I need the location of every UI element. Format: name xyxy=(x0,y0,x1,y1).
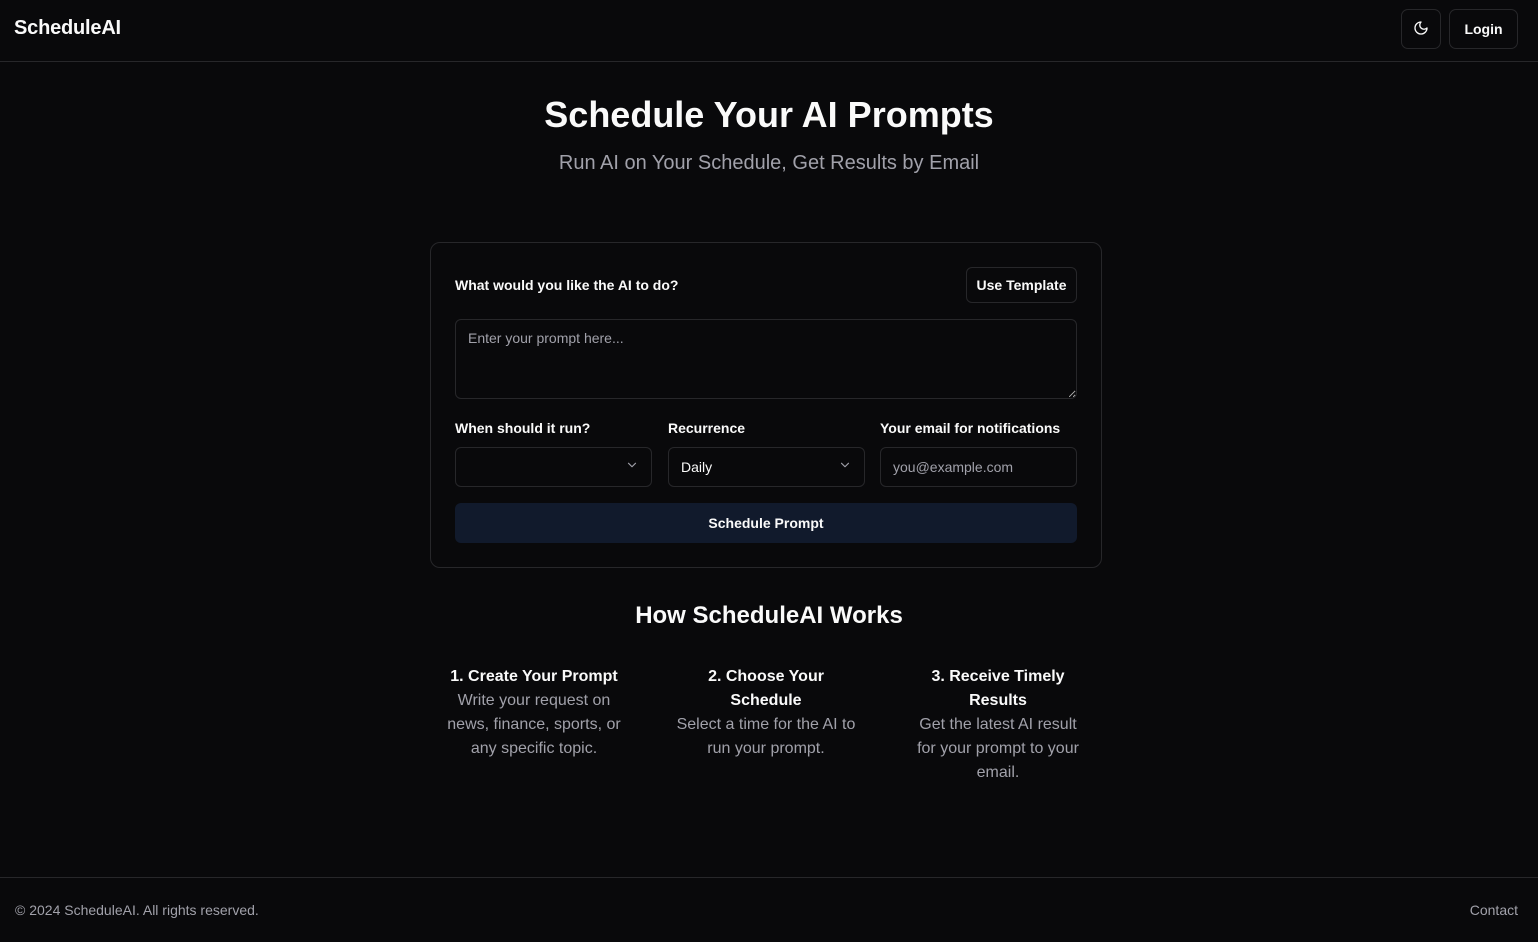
login-button[interactable]: Login xyxy=(1449,9,1518,49)
step-description: Select a time for the AI to run your pro… xyxy=(676,716,856,757)
page-subtitle: Run AI on Your Schedule, Get Results by … xyxy=(558,152,980,174)
step-description: Get the latest AI result for your prompt… xyxy=(917,716,1079,781)
chevron-down-icon xyxy=(625,458,639,477)
step-description: Write your request on news, finance, spo… xyxy=(447,692,621,757)
how-it-works-title: How ScheduleAI Works xyxy=(635,602,903,629)
schedule-prompt-button[interactable]: Schedule Prompt xyxy=(455,503,1077,543)
step-receive-results: 3. Receive Timely Results Get the latest… xyxy=(908,665,1088,785)
step-create-prompt: 1. Create Your Prompt Write your request… xyxy=(444,665,624,761)
step-choose-schedule: 2. Choose Your Schedule Select a time fo… xyxy=(676,665,856,761)
email-input[interactable] xyxy=(880,447,1077,487)
recurrence-select-value: Daily xyxy=(681,459,713,475)
prompt-input[interactable] xyxy=(455,319,1077,399)
step-title: 2. Choose Your Schedule xyxy=(708,668,824,709)
when-select[interactable] xyxy=(455,447,652,487)
chevron-down-icon xyxy=(838,458,852,477)
use-template-button[interactable]: Use Template xyxy=(966,267,1077,303)
site-footer: © 2024 ScheduleAI. All rights reserved. … xyxy=(0,877,1538,942)
recurrence-label: Recurrence xyxy=(668,420,746,436)
when-label: When should it run? xyxy=(455,420,591,436)
brand-logo[interactable]: ScheduleAI xyxy=(14,17,121,40)
schedule-form-card: What would you like the AI to do? Use Te… xyxy=(430,242,1102,568)
copyright-text: © 2024 ScheduleAI. All rights reserved. xyxy=(15,902,259,918)
moon-icon xyxy=(1413,20,1429,39)
recurrence-select[interactable]: Daily xyxy=(668,447,865,487)
site-header: ScheduleAI Login xyxy=(0,0,1538,62)
step-title: 1. Create Your Prompt xyxy=(450,668,618,685)
theme-toggle-button[interactable] xyxy=(1401,9,1441,49)
prompt-label: What would you like the AI to do? xyxy=(455,277,679,293)
email-label: Your email for notifications xyxy=(880,420,1061,436)
page-title: Schedule Your AI Prompts xyxy=(544,94,994,135)
step-title: 3. Receive Timely Results xyxy=(931,668,1065,709)
contact-link[interactable]: Contact xyxy=(1470,902,1518,918)
